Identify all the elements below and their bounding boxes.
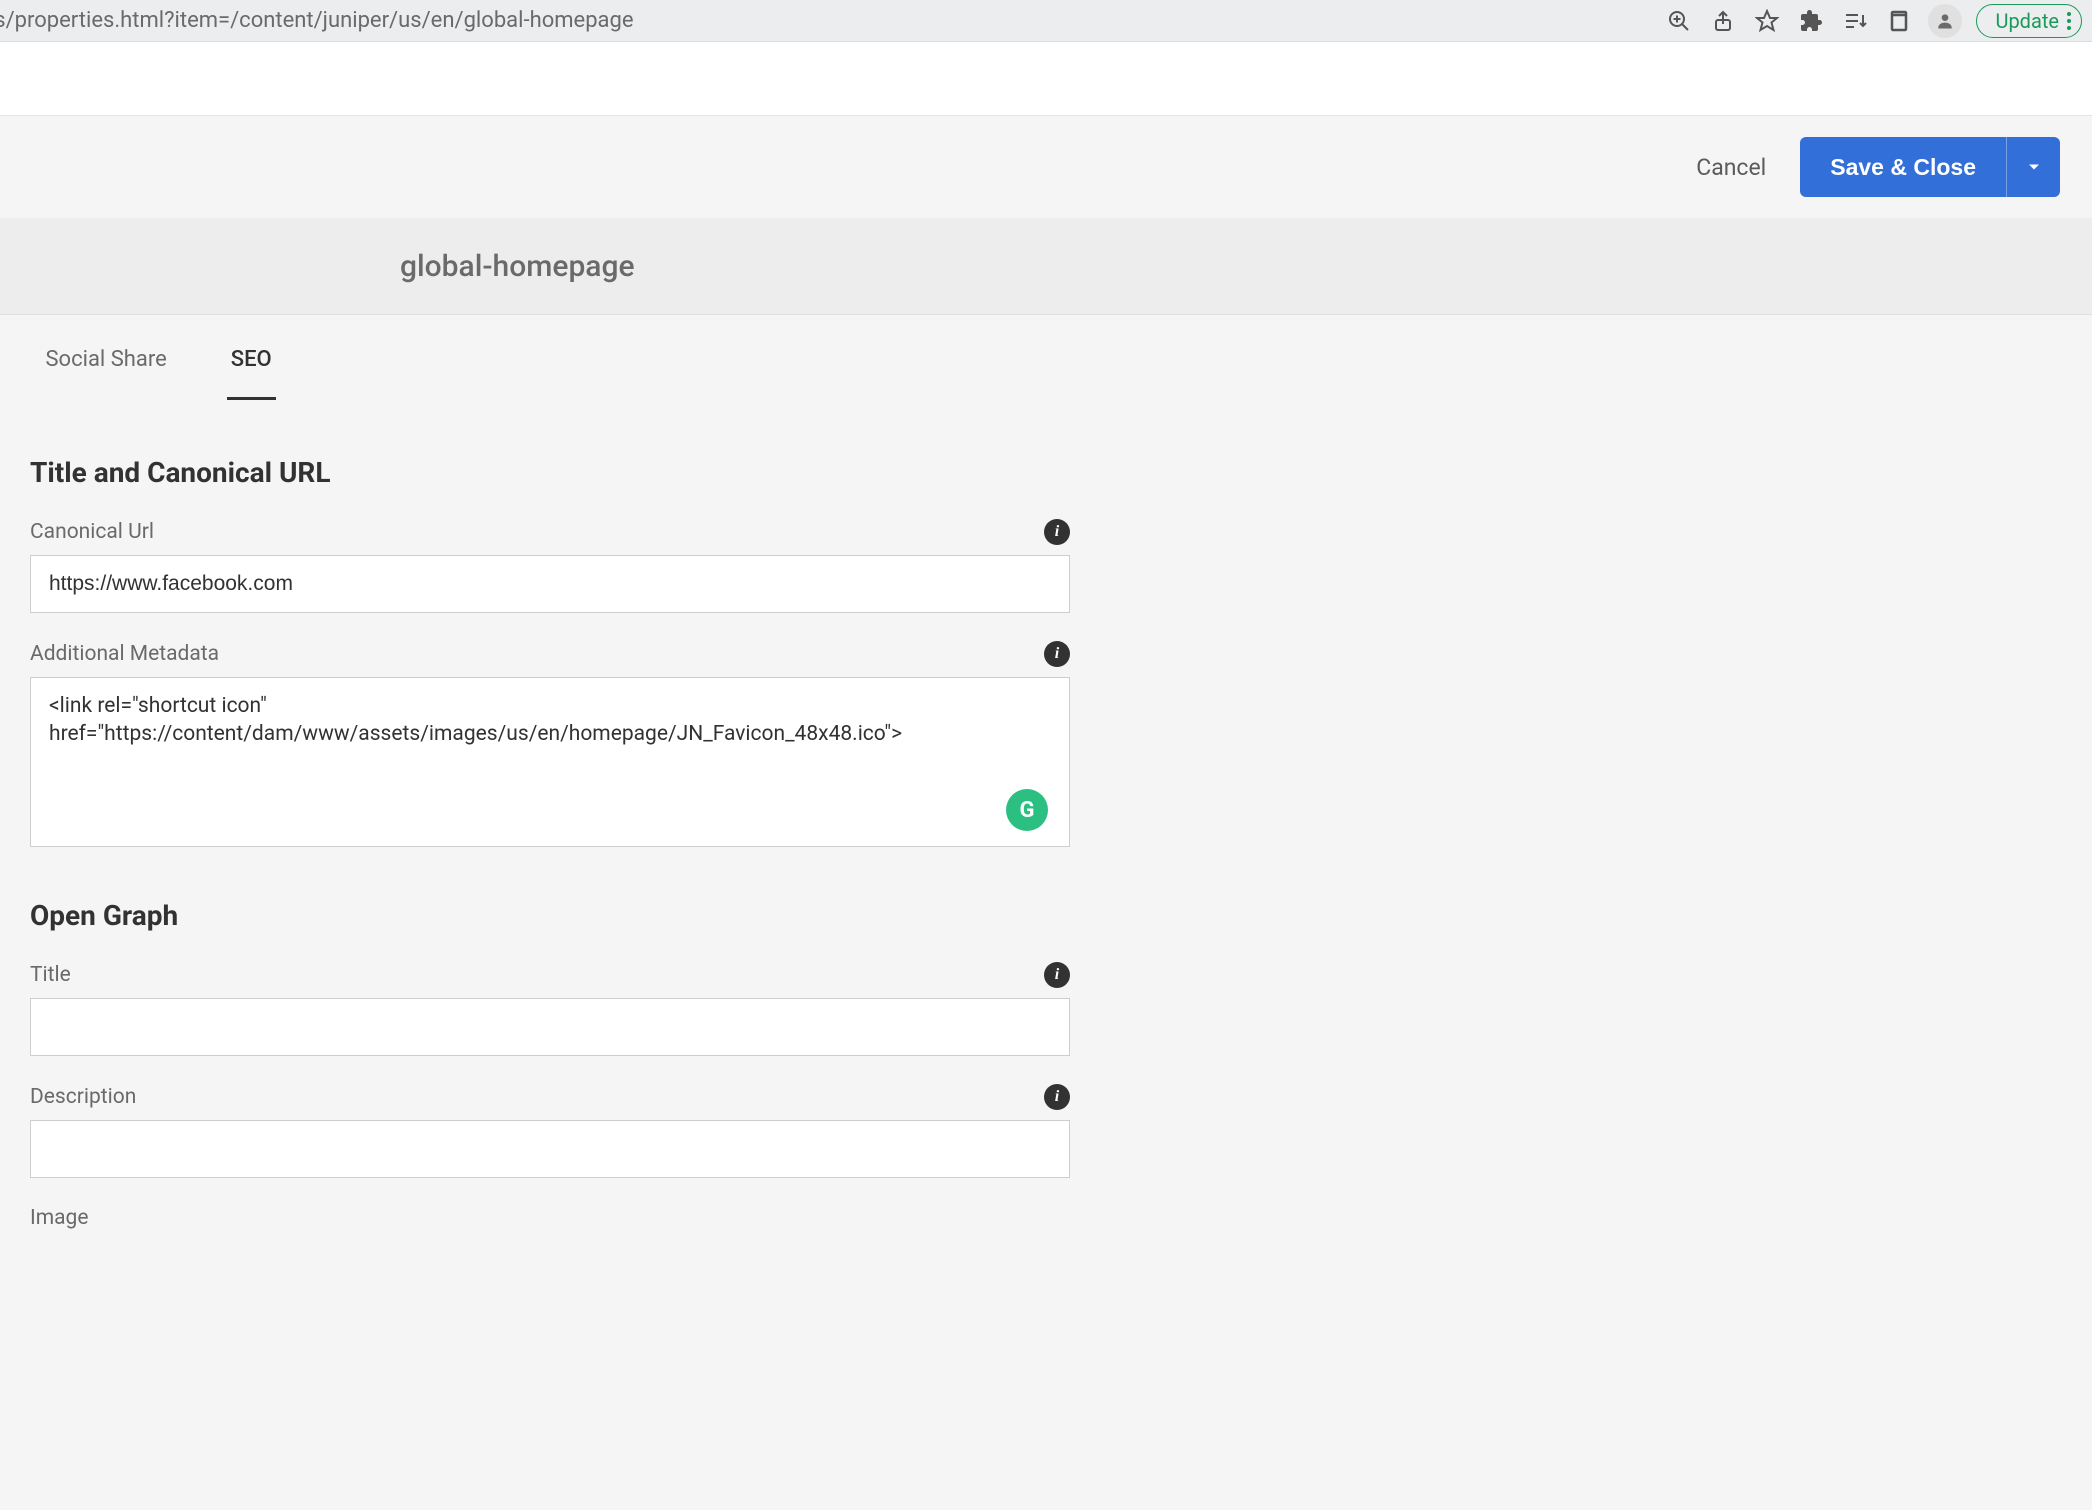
canonical-url-input[interactable] bbox=[30, 555, 1070, 613]
field-additional-metadata: Additional Metadata i G bbox=[30, 641, 1070, 851]
save-close-button[interactable]: Save & Close bbox=[1800, 137, 2006, 197]
canonical-url-label: Canonical Url bbox=[30, 520, 154, 544]
app-top-strip bbox=[0, 42, 2092, 115]
device-toggle-icon[interactable] bbox=[1884, 6, 1914, 36]
og-description-label: Description bbox=[30, 1085, 136, 1109]
info-icon[interactable]: i bbox=[1044, 1084, 1070, 1110]
section-open-graph: Open Graph bbox=[30, 899, 1070, 932]
field-canonical-url: Canonical Url i bbox=[30, 519, 1070, 613]
page-title-bar: global-homepage bbox=[0, 218, 2092, 315]
og-title-label: Title bbox=[30, 963, 71, 987]
kebab-menu-icon bbox=[2067, 12, 2071, 30]
grammarly-icon[interactable]: G bbox=[1006, 789, 1048, 831]
page-title: global-homepage bbox=[400, 249, 635, 284]
og-image-label: Image bbox=[30, 1206, 88, 1230]
additional-metadata-label: Additional Metadata bbox=[30, 642, 219, 666]
share-icon[interactable] bbox=[1708, 6, 1738, 36]
content-area: Title and Canonical URL Canonical Url i … bbox=[0, 400, 1100, 1260]
info-icon[interactable]: i bbox=[1044, 962, 1070, 988]
og-description-input[interactable] bbox=[30, 1120, 1070, 1178]
tab-seo[interactable]: SEO bbox=[227, 347, 276, 400]
browser-update-button[interactable]: Update bbox=[1976, 4, 2082, 38]
cancel-button[interactable]: Cancel bbox=[1696, 154, 1766, 181]
additional-metadata-textarea[interactable] bbox=[30, 677, 1070, 847]
info-icon[interactable]: i bbox=[1044, 519, 1070, 545]
chevron-down-icon bbox=[2024, 157, 2044, 177]
field-og-description: Description i bbox=[30, 1084, 1070, 1178]
info-icon[interactable]: i bbox=[1044, 641, 1070, 667]
tab-row: r Social Share SEO bbox=[0, 315, 2092, 400]
tab-social-share[interactable]: Social Share bbox=[41, 347, 170, 400]
field-og-image: Image bbox=[30, 1206, 1070, 1230]
browser-address-bar: ites/properties.html?item=/content/junip… bbox=[0, 0, 2092, 42]
save-close-dropdown-button[interactable] bbox=[2006, 137, 2060, 197]
reading-list-icon[interactable] bbox=[1840, 6, 1870, 36]
extensions-puzzle-icon[interactable] bbox=[1796, 6, 1826, 36]
action-bar: Cancel Save & Close bbox=[0, 115, 2092, 218]
url-text: ites/properties.html?item=/content/junip… bbox=[0, 8, 634, 33]
bookmark-star-icon[interactable] bbox=[1752, 6, 1782, 36]
save-close-group: Save & Close bbox=[1800, 137, 2060, 197]
profile-avatar-icon[interactable] bbox=[1928, 4, 1962, 38]
og-title-input[interactable] bbox=[30, 998, 1070, 1056]
zoom-icon[interactable] bbox=[1664, 6, 1694, 36]
field-og-title: Title i bbox=[30, 962, 1070, 1056]
update-label: Update bbox=[1995, 9, 2059, 33]
section-title-canonical: Title and Canonical URL bbox=[30, 456, 1070, 489]
